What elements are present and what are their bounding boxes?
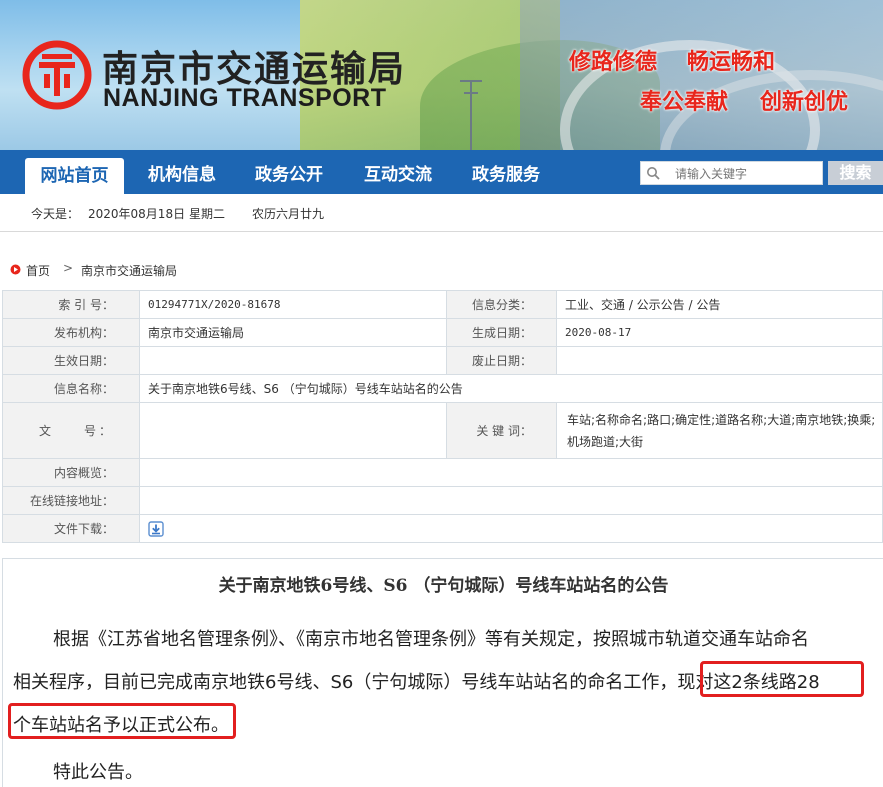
info-table: 索 引 号： 01294771X/2020-81678 信息分类： 工业、交通 … <box>2 290 883 543</box>
keywords-value: 车站;名称命名;路口;确定性;道路名称;大道;南京地铁;换乘;机场跑道;大街 <box>556 402 883 459</box>
summary-label: 内容概览： <box>2 458 140 487</box>
link-label: 在线链接地址： <box>2 486 140 515</box>
date-bar: 今天是： 2020年08月18日 星期二 农历六月廿九 <box>0 194 883 232</box>
table-row: 内容概览： <box>2 458 883 487</box>
header-banner: 南京市交通运输局 NANJING TRANSPORT 修路修德 畅运畅和 奉公奉… <box>0 0 883 150</box>
today-weekday: 星期二 <box>189 207 226 221</box>
breadcrumb-home[interactable]: 首页 <box>26 262 50 279</box>
effective-label: 生效日期： <box>2 346 140 375</box>
table-row: 文件下载： <box>2 514 883 543</box>
docno-value <box>139 402 447 459</box>
created-value: 2020-08-17 <box>556 318 883 347</box>
created-label: 生成日期： <box>446 318 557 347</box>
breadcrumb-current[interactable]: 南京市交通运输局 <box>81 262 177 279</box>
effective-value <box>139 346 447 375</box>
table-row: 索 引 号： 01294771X/2020-81678 信息分类： 工业、交通 … <box>2 290 883 319</box>
search-input[interactable] <box>675 165 815 182</box>
category-value: 工业、交通 / 公示公告 / 公告 <box>556 290 883 319</box>
search-button[interactable]: 搜索 <box>828 161 883 185</box>
info-name-label: 信息名称： <box>2 374 140 403</box>
search-box <box>640 161 823 185</box>
article-paragraph-line: 相关程序，目前已完成南京地铁6号线、S6（宁句城际）号线车站站名的命名工作，现对… <box>13 668 820 694</box>
index-value: 01294771X/2020-81678 <box>139 290 447 319</box>
breadcrumb-separator: > <box>63 261 74 275</box>
link-value <box>139 486 883 515</box>
download-cell <box>139 514 883 543</box>
publisher-value: 南京市交通运输局 <box>139 318 447 347</box>
today-date: 2020年08月18日 <box>88 207 186 221</box>
info-name-value: 关于南京地铁6号线、S6 （宁句城际）号线车站站名的公告 <box>139 374 883 403</box>
slogan-3: 奉公奉献 <box>640 90 729 115</box>
index-label: 索 引 号： <box>2 290 140 319</box>
docno-label: 文 号： <box>2 402 140 459</box>
nav-item-organization[interactable]: 机构信息 <box>133 150 231 194</box>
keywords-label: 关 键 词： <box>446 402 557 459</box>
logo-icon[interactable] <box>22 40 92 110</box>
nav-item-services[interactable]: 政务服务 <box>457 150 555 194</box>
site-name-en[interactable]: NANJING TRANSPORT <box>103 84 387 113</box>
highlight-box <box>700 661 864 697</box>
publisher-label: 发布机构： <box>2 318 140 347</box>
article-closing: 特此公告。 <box>53 762 143 783</box>
banner-power-tower <box>460 80 482 150</box>
category-label: 信息分类： <box>446 290 557 319</box>
slogan-4: 创新创优 <box>760 90 849 115</box>
highlight-box <box>8 703 236 739</box>
expire-value <box>556 346 883 375</box>
article-text: 相关程序，目前已完成南京地铁6号线、S6（宁句城际）号线车站站名的命名工作， <box>13 672 678 693</box>
article-paragraph-line: 根据《江苏省地名管理条例》、《南京市地名管理条例》等有关规定，按照城市轨道交通车… <box>53 629 809 650</box>
table-row: 信息名称： 关于南京地铁6号线、S6 （宁句城际）号线车站站名的公告 <box>2 374 883 403</box>
lunar-date: 农历六月廿九 <box>252 207 325 221</box>
table-row: 文 号： 关 键 词： 车站;名称命名;路口;确定性;道路名称;大道;南京地铁;… <box>2 402 883 459</box>
home-icon <box>10 264 21 275</box>
nav-item-home[interactable]: 网站首页 <box>25 158 124 194</box>
slogan-2: 畅运畅和 <box>687 50 776 75</box>
download-label: 文件下载： <box>2 514 140 543</box>
table-row: 发布机构： 南京市交通运输局 生成日期： 2020-08-17 <box>2 318 883 347</box>
today-label: 今天是： <box>31 207 80 221</box>
nav-item-interaction[interactable]: 互动交流 <box>349 150 447 194</box>
expire-label: 废止日期： <box>446 346 557 375</box>
summary-value <box>139 458 883 487</box>
slogan-1: 修路修德 <box>569 50 658 75</box>
download-icon[interactable] <box>148 520 164 537</box>
table-row: 在线链接地址： <box>2 486 883 515</box>
nav-item-public-affairs[interactable]: 政务公开 <box>240 150 338 194</box>
article-title: 关于南京地铁6号线、S6 （宁句城际）号线车站站名的公告 <box>218 576 669 596</box>
table-row: 生效日期： 废止日期： <box>2 346 883 375</box>
search-icon <box>647 167 660 180</box>
